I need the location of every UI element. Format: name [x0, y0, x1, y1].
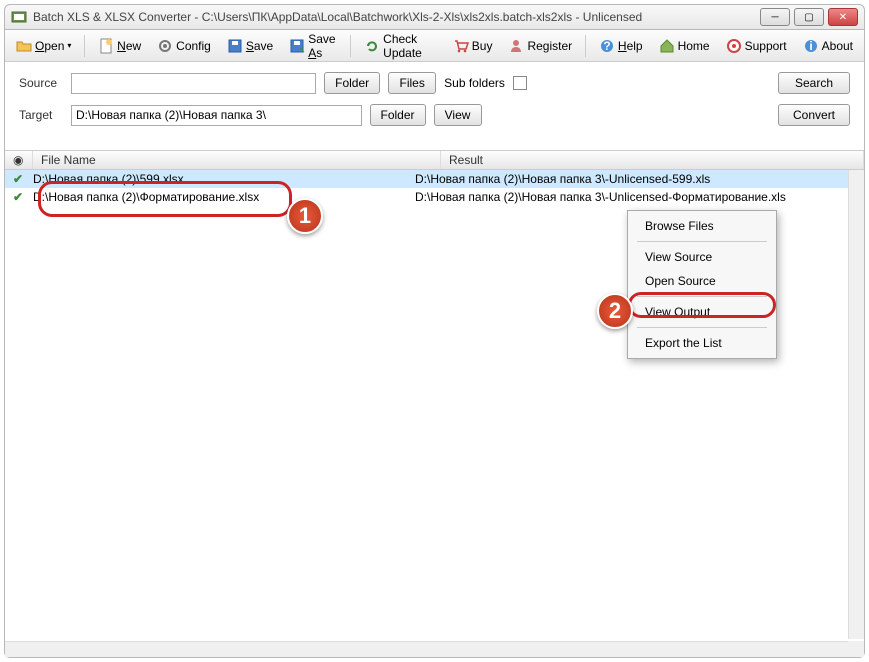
header-check-icon[interactable]: ◉ [5, 151, 33, 169]
save-button[interactable]: Save [222, 35, 278, 57]
toolbar: Open ▾ New Config Save Save As [5, 30, 864, 62]
check-update-button[interactable]: Check Update [359, 29, 442, 63]
support-button[interactable]: Support [721, 35, 792, 57]
ctx-open-source[interactable]: Open Source [631, 269, 773, 293]
convert-button[interactable]: Convert [778, 104, 850, 126]
target-folder-button[interactable]: Folder [370, 104, 426, 126]
window-title: Batch XLS & XLSX Converter - C:\Users\ПК… [33, 10, 760, 24]
header-result[interactable]: Result [441, 151, 864, 169]
source-folder-button[interactable]: Folder [324, 72, 380, 94]
cart-icon [453, 38, 469, 54]
source-input[interactable] [71, 73, 316, 94]
ctx-view-output[interactable]: View Output [631, 300, 773, 324]
gear-icon [157, 38, 173, 54]
context-menu: Browse Files View Source Open Source Vie… [627, 210, 777, 359]
config-button[interactable]: Config [152, 35, 216, 57]
user-icon [508, 38, 524, 54]
ctx-browse-files[interactable]: Browse Files [631, 214, 773, 238]
table-row[interactable]: ✔ D:\Новая папка (2)\599.xlsx D:\Новая п… [5, 170, 864, 188]
new-button[interactable]: New [93, 35, 146, 57]
form-area: Source Folder Files Sub folders Search T… [5, 62, 864, 150]
home-button[interactable]: Home [654, 35, 715, 57]
grid-header: ◉ File Name Result [5, 150, 864, 170]
separator [637, 241, 767, 242]
close-button[interactable]: ✕ [828, 8, 858, 26]
register-button[interactable]: Register [503, 35, 577, 57]
vertical-scrollbar[interactable] [848, 170, 864, 639]
buy-button[interactable]: Buy [448, 35, 498, 57]
check-icon: ✔ [13, 190, 33, 204]
file-name-cell: D:\Новая папка (2)\Форматирование.xlsx [33, 190, 415, 204]
ctx-export-list[interactable]: Export the List [631, 331, 773, 355]
minimize-button[interactable]: ─ [760, 8, 790, 26]
title-bar: Batch XLS & XLSX Converter - C:\Users\ПК… [4, 4, 865, 30]
view-button[interactable]: View [434, 104, 482, 126]
support-icon [726, 38, 742, 54]
files-button[interactable]: Files [388, 72, 436, 94]
dropdown-arrow-icon: ▾ [67, 41, 71, 50]
app-icon [11, 9, 27, 25]
svg-text:i: i [809, 39, 812, 53]
new-doc-icon [98, 38, 114, 54]
save-as-button[interactable]: Save As [284, 29, 342, 63]
home-icon [659, 38, 675, 54]
info-icon: i [803, 38, 819, 54]
folder-open-icon [16, 38, 32, 54]
about-button[interactable]: i About [798, 35, 858, 57]
search-button[interactable]: Search [778, 72, 850, 94]
target-input[interactable] [71, 105, 362, 126]
ctx-view-source[interactable]: View Source [631, 245, 773, 269]
save-icon [227, 38, 243, 54]
open-button[interactable]: Open ▾ [11, 35, 76, 57]
table-row[interactable]: ✔ D:\Новая папка (2)\Форматирование.xlsx… [5, 188, 864, 206]
help-icon: ? [599, 38, 615, 54]
separator [637, 296, 767, 297]
file-name-cell: D:\Новая папка (2)\599.xlsx [33, 172, 415, 186]
separator [637, 327, 767, 328]
refresh-icon [364, 38, 380, 54]
result-cell: D:\Новая папка (2)\Новая папка 3\-Unlice… [415, 172, 856, 186]
help-button[interactable]: ? Help [594, 35, 648, 57]
target-label: Target [19, 108, 63, 122]
subfolders-label: Sub folders [444, 76, 505, 90]
subfolders-checkbox[interactable] [513, 76, 527, 90]
scroll-corner [848, 641, 864, 657]
maximize-button[interactable]: ▢ [794, 8, 824, 26]
header-filename[interactable]: File Name [33, 151, 441, 169]
check-icon: ✔ [13, 172, 33, 186]
source-label: Source [19, 76, 63, 90]
result-cell: D:\Новая папка (2)\Новая папка 3\-Unlice… [415, 190, 856, 204]
save-as-icon [289, 38, 305, 54]
horizontal-scrollbar[interactable] [5, 641, 848, 657]
svg-text:?: ? [603, 39, 610, 53]
